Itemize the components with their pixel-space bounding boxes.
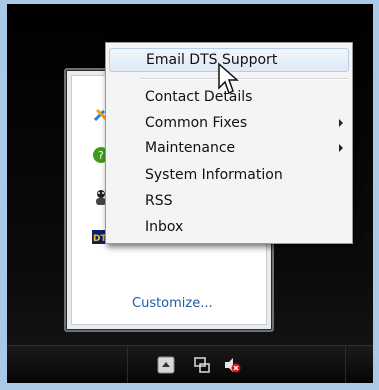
network-icon[interactable]: [193, 356, 211, 374]
desktop: ? DTS Customize... Email DTS Support Con…: [7, 4, 373, 383]
menu-item-maintenance[interactable]: Maintenance: [109, 136, 349, 160]
customize-link[interactable]: Customize...: [132, 296, 213, 311]
menu-item-label: Inbox: [145, 219, 184, 235]
submenu-arrow-icon: [339, 119, 343, 127]
menu-item-system-information[interactable]: System Information: [109, 163, 349, 187]
menu-item-label: RSS: [145, 193, 173, 209]
mouse-pointer-icon: [218, 62, 239, 95]
taskbar-divider: [127, 346, 128, 383]
menu-item-label: Common Fixes: [145, 115, 248, 131]
menu-item-common-fixes[interactable]: Common Fixes: [109, 111, 349, 135]
volume-muted-icon[interactable]: [223, 356, 241, 374]
menu-item-label: System Information: [145, 167, 283, 183]
taskbar-divider: [345, 346, 346, 383]
menu-item-label: Email DTS Support: [146, 52, 278, 68]
svg-text:?: ?: [98, 149, 104, 162]
menu-item-label: Maintenance: [145, 140, 236, 156]
menu-item-rss[interactable]: RSS: [109, 189, 349, 213]
submenu-arrow-icon: [339, 144, 343, 152]
menu-separator: [140, 78, 349, 80]
taskbar: [7, 345, 373, 383]
menu-item-inbox[interactable]: Inbox: [109, 215, 349, 239]
show-hidden-icons-button[interactable]: [157, 356, 175, 374]
